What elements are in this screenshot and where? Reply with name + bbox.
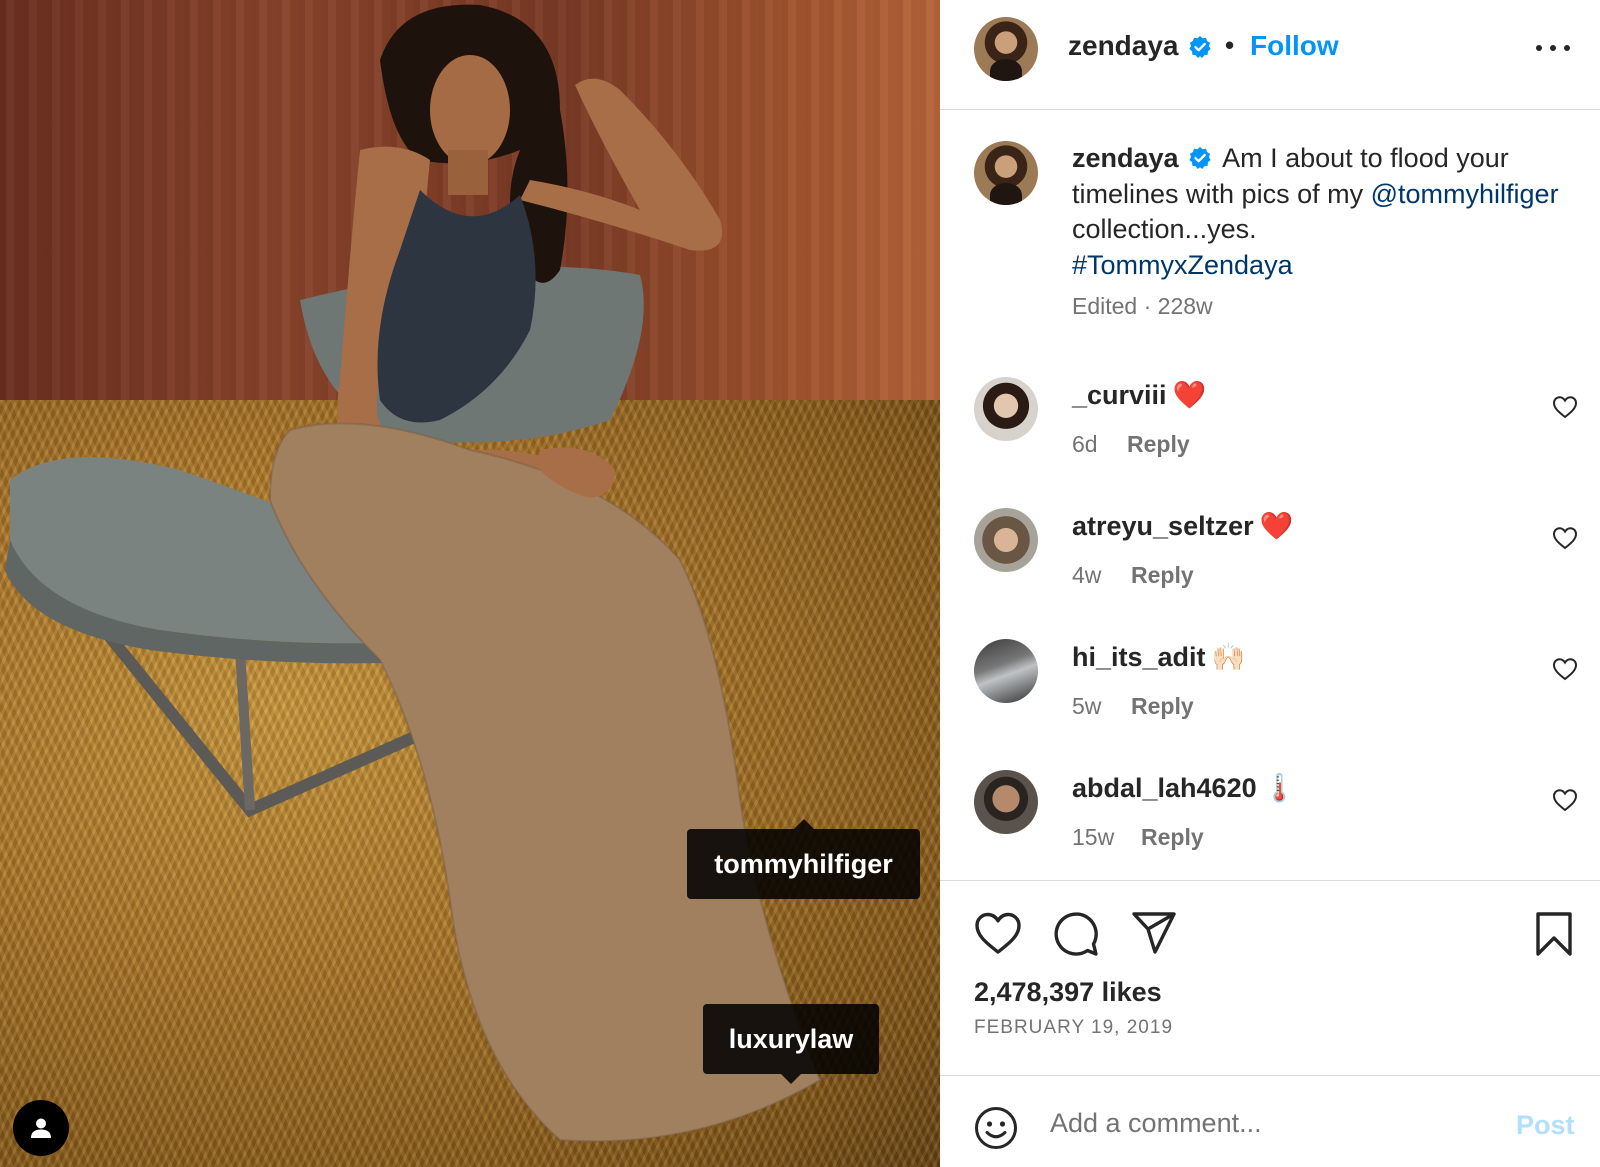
- caption-mention-link[interactable]: @tommyhilfiger: [1371, 179, 1559, 209]
- comment-item: hi_its_adit 🙌🏻 5w Reply: [940, 639, 1600, 749]
- reply-button[interactable]: Reply: [1131, 693, 1194, 720]
- verified-badge-icon: [1189, 146, 1211, 169]
- commenter-username[interactable]: abdal_lah4620: [1072, 773, 1257, 803]
- likes-count[interactable]: 2,478,397 likes: [974, 977, 1162, 1008]
- comment-time: 5w: [1072, 693, 1102, 719]
- bookmark-icon[interactable]: [1534, 911, 1574, 957]
- commenter-username[interactable]: atreyu_seltzer: [1072, 511, 1254, 541]
- post-date: FEBRUARY 19, 2019: [974, 1017, 1174, 1038]
- post-comment-button[interactable]: Post: [1516, 1110, 1575, 1141]
- commenter-avatar[interactable]: [974, 508, 1038, 572]
- comment-text: ❤️: [1259, 511, 1294, 541]
- comment-icon[interactable]: [1053, 911, 1099, 957]
- caption-hashtag-link[interactable]: #TommyxZendaya: [1072, 250, 1293, 280]
- caption-author-avatar[interactable]: [974, 141, 1038, 205]
- more-options-icon[interactable]: [1536, 45, 1572, 55]
- caption-meta: Edited · 228w: [1072, 293, 1213, 319]
- comment-text: 🙌🏻: [1211, 642, 1246, 672]
- person-icon: [31, 1118, 51, 1138]
- commenter-username[interactable]: _curviii: [1072, 380, 1167, 410]
- comment-item: atreyu_seltzer ❤️ 4w Reply: [940, 508, 1600, 618]
- comment-item: _curviii ❤️ 6d Reply: [940, 377, 1600, 487]
- smiley-icon[interactable]: [974, 1106, 1018, 1150]
- comment-like-heart-icon[interactable]: [1552, 526, 1578, 550]
- heart-icon[interactable]: [974, 911, 1022, 955]
- share-icon[interactable]: [1131, 911, 1177, 955]
- post-details-panel: zendaya • Follow zendaya Am I about to f…: [940, 0, 1600, 1167]
- caption-username[interactable]: zendaya: [1072, 143, 1179, 173]
- comment-like-heart-icon[interactable]: [1552, 395, 1578, 419]
- commenter-avatar[interactable]: [974, 770, 1038, 834]
- comment-item: abdal_lah4620 🌡️ 15w Reply: [940, 770, 1600, 880]
- product-tag-luxurylaw[interactable]: luxurylaw: [703, 1004, 879, 1084]
- comment-text: ❤️: [1172, 380, 1207, 410]
- commenter-avatar[interactable]: [974, 377, 1038, 441]
- caption-body-end: collection...yes.: [1072, 214, 1257, 244]
- caption-text: zendaya Am I about to flood your timelin…: [1072, 141, 1572, 283]
- comment-time: 4w: [1072, 562, 1102, 588]
- post-photo[interactable]: tommyhilfiger luxurylaw: [0, 0, 940, 1167]
- comment-text: 🌡️: [1262, 773, 1297, 803]
- commenter-username[interactable]: hi_its_adit: [1072, 642, 1206, 672]
- add-comment-bar: Post: [940, 1075, 1600, 1167]
- author-avatar[interactable]: [974, 17, 1038, 81]
- comment-like-heart-icon[interactable]: [1552, 788, 1578, 812]
- reply-button[interactable]: Reply: [1127, 431, 1190, 458]
- post-actions: 2,478,397 likes FEBRUARY 19, 2019: [940, 880, 1600, 1076]
- comment-time: 6d: [1072, 431, 1098, 457]
- comment-time: 15w: [1072, 824, 1115, 850]
- reply-button[interactable]: Reply: [1141, 824, 1204, 851]
- product-tag-tommyhilfiger[interactable]: tommyhilfiger: [687, 819, 920, 899]
- verified-badge-icon: [1189, 36, 1211, 58]
- follow-button[interactable]: Follow: [1250, 30, 1339, 62]
- author-username[interactable]: zendaya: [1068, 30, 1179, 62]
- post-header: zendaya • Follow: [940, 0, 1600, 110]
- commenter-avatar[interactable]: [974, 639, 1038, 703]
- comment-input[interactable]: [1050, 1100, 1490, 1146]
- reply-button[interactable]: Reply: [1131, 562, 1194, 589]
- header-separator: •: [1225, 30, 1235, 60]
- comment-like-heart-icon[interactable]: [1552, 657, 1578, 681]
- photo-subject-illustration: [5, 4, 822, 1143]
- tagged-users-button[interactable]: [13, 1100, 69, 1156]
